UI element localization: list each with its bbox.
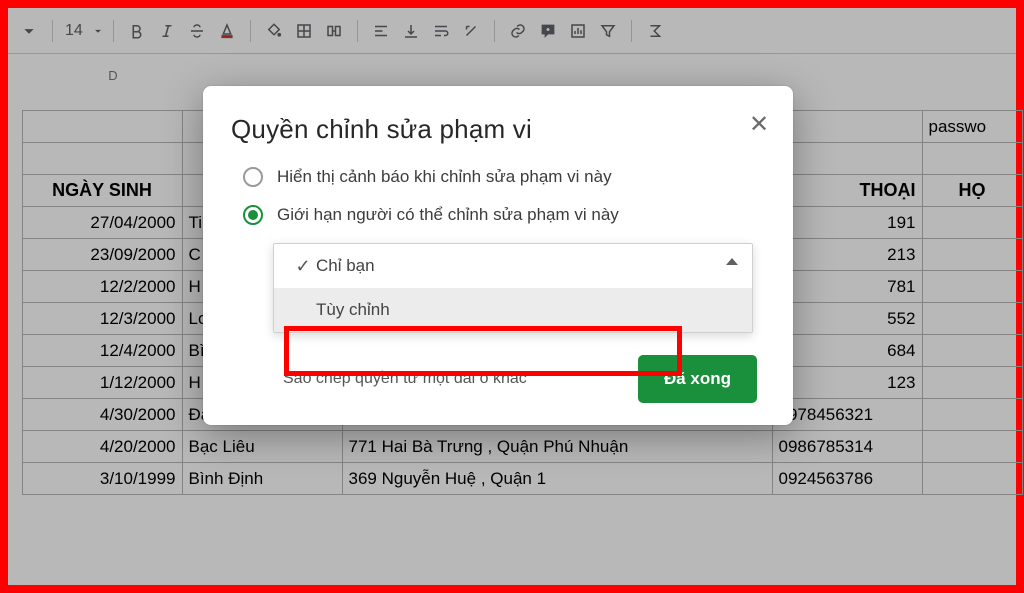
text-color-icon[interactable] [212, 16, 242, 46]
option-show-warning[interactable]: Hiển thị cảnh báo khi chỉnh sửa phạm vi … [243, 167, 767, 187]
borders-icon[interactable] [289, 16, 319, 46]
check-icon: ✓ [290, 256, 316, 277]
table-row: 4/20/2000Bạc Liêu771 Hai Bà Trưng , Quận… [8, 431, 1022, 463]
restrict-select-dropdown[interactable]: ✓ Chỉ bạn Tùy chỉnh [273, 243, 753, 333]
link-icon[interactable] [503, 16, 533, 46]
functions-icon[interactable] [640, 16, 670, 46]
radio-unchecked-icon[interactable] [243, 167, 263, 187]
italic-icon[interactable] [152, 16, 182, 46]
radio-checked-icon[interactable] [243, 205, 263, 225]
option-warn-label: Hiển thị cảnh báo khi chỉnh sửa phạm vi … [277, 167, 612, 187]
h-align-icon[interactable] [366, 16, 396, 46]
header-ngay-sinh: NGÀY SINH [22, 175, 182, 207]
option-restrict-editors[interactable]: Giới hạn người có thể chỉnh sửa phạm vi … [243, 205, 767, 225]
copy-permissions-link[interactable]: Sao chép quyền từ một dải ô khác [283, 370, 527, 388]
text-wrap-icon[interactable] [426, 16, 456, 46]
strikethrough-icon[interactable] [182, 16, 212, 46]
done-button[interactable]: Đã xong [638, 355, 757, 403]
option-restrict-label: Giới hạn người có thể chỉnh sửa phạm vi … [277, 205, 619, 225]
bold-icon[interactable] [122, 16, 152, 46]
comment-icon[interactable] [533, 16, 563, 46]
filter-icon[interactable] [593, 16, 623, 46]
v-align-icon[interactable] [396, 16, 426, 46]
header-ho: HỌ [922, 175, 1022, 207]
toolbar: 14 [8, 8, 1016, 54]
text-rotate-icon[interactable] [456, 16, 486, 46]
caret-up-icon [726, 258, 738, 265]
select-option-only-you[interactable]: ✓ Chỉ bạn [274, 244, 752, 288]
chart-icon[interactable] [563, 16, 593, 46]
select-option-custom[interactable]: Tùy chỉnh [274, 288, 752, 332]
font-size-value: 14 [61, 22, 87, 40]
font-size-control[interactable]: 14 [61, 22, 105, 40]
range-permissions-dialog: ✕ Quyền chỉnh sửa phạm vi Hiển thị cảnh … [203, 86, 793, 425]
merge-cells-icon[interactable] [319, 16, 349, 46]
custom-label: Tùy chỉnh [290, 300, 390, 320]
dialog-title: Quyền chỉnh sửa phạm vi [231, 114, 767, 145]
fill-color-icon[interactable] [259, 16, 289, 46]
header-thoai: THOẠI [772, 175, 922, 207]
header-password: passwo [922, 111, 1022, 143]
table-row: 3/10/1999Bình Định369 Nguyễn Huệ , Quận … [8, 463, 1022, 495]
chevron-down-icon[interactable] [14, 16, 44, 46]
close-icon[interactable]: ✕ [743, 108, 775, 140]
only-you-label: Chỉ bạn [316, 256, 375, 276]
